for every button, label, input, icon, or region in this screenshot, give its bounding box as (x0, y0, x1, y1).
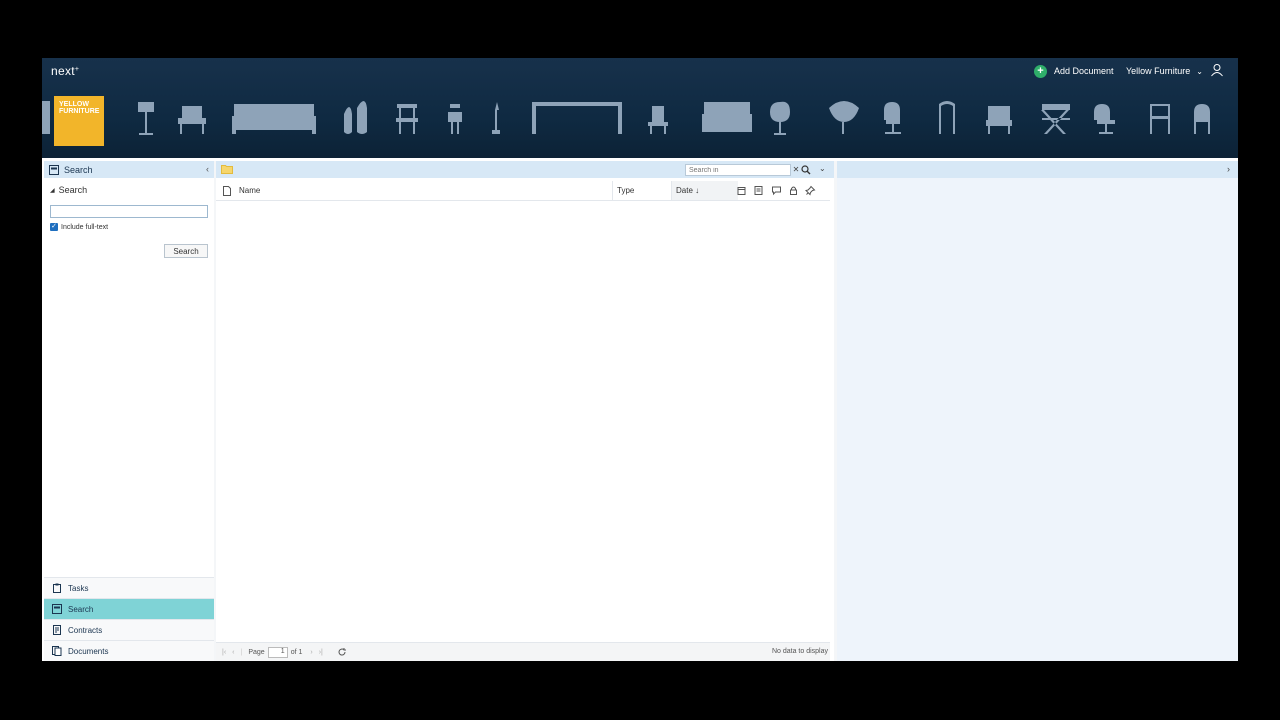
search-panel-icon (52, 604, 62, 614)
refresh-icon[interactable] (337, 647, 347, 657)
brand-line-2: FURNITURE (59, 108, 100, 115)
search-section-toggle[interactable]: ◢ Search (50, 185, 87, 195)
brand-logo-tile: YELLOW FURNITURE (54, 96, 104, 146)
search-button[interactable]: Search (164, 244, 208, 258)
chevron-down-icon: ⌄ (1196, 66, 1203, 76)
nav-list: Tasks Search Contracts Documents (44, 577, 214, 661)
nav-item-contracts[interactable]: Contracts (44, 619, 214, 640)
no-data-label: No data to display (771, 648, 828, 655)
nav-item-documents[interactable]: Documents (44, 640, 214, 661)
nav-item-tasks[interactable]: Tasks (44, 577, 214, 598)
nav-item-label: Contracts (68, 625, 103, 635)
preview-panel-header: › (837, 161, 1238, 178)
app-window: next+ + Add Document Yellow Furniture ⌄ (42, 58, 1238, 661)
clipboard-icon (53, 583, 61, 593)
first-page-icon[interactable]: |‹ (222, 649, 226, 656)
page-total-label: of 1 (290, 648, 303, 656)
app-logo[interactable]: next+ (51, 64, 79, 78)
search-panel-icon (49, 164, 59, 175)
include-fulltext-label: Include full-text (61, 223, 109, 231)
next-page-icon[interactable]: › (310, 649, 312, 656)
company-selector[interactable]: Yellow Furniture ⌄ (1126, 64, 1203, 78)
folder-icon[interactable] (221, 164, 233, 174)
triangle-down-icon: ◢ (50, 187, 55, 194)
include-fulltext-checkbox[interactable]: ✓ (50, 223, 58, 231)
page-label: Page (248, 648, 265, 656)
contract-icon (53, 625, 61, 635)
grid-header: Name Type Date ↓ (216, 181, 830, 201)
center-toolbar: ✕ ⌄ (216, 161, 834, 178)
calendar-icon[interactable] (736, 185, 747, 196)
chevron-down-icon[interactable]: ⌄ (819, 164, 826, 173)
document-grid-body[interactable] (216, 201, 830, 638)
document-icon (223, 186, 231, 196)
page-number-input[interactable]: 1 (267, 646, 288, 658)
nav-item-label: Tasks (68, 583, 89, 593)
include-fulltext-row[interactable]: ✓ Include full-text (50, 223, 108, 231)
collapse-left-icon[interactable]: ‹ (206, 164, 209, 174)
search-in-input[interactable] (685, 164, 791, 176)
last-page-icon[interactable]: ›| (319, 649, 323, 656)
furniture-banner (42, 101, 1210, 135)
brand-line-1: YELLOW (59, 101, 89, 108)
left-search-panel: Search ‹ ◢ Search ✓ Include full-text Se… (44, 161, 215, 661)
documents-icon (52, 646, 62, 656)
prev-page-icon[interactable]: ‹ (232, 649, 234, 656)
column-date[interactable]: Date ↓ (671, 181, 738, 200)
search-icon[interactable] (800, 164, 812, 176)
logo-text: next (51, 64, 75, 78)
nav-item-label: Documents (68, 646, 109, 656)
top-banner: next+ + Add Document Yellow Furniture ⌄ (42, 58, 1238, 158)
company-name: Yellow Furniture (1126, 66, 1191, 76)
pager-divider: | (240, 648, 243, 656)
note-icon[interactable] (753, 185, 764, 196)
column-type[interactable]: Type (612, 181, 634, 200)
comment-icon[interactable] (771, 185, 782, 196)
plus-circle-icon: + (1034, 64, 1047, 78)
left-panel-title: Search (64, 164, 93, 175)
preview-panel: › (837, 161, 1238, 661)
search-input[interactable] (50, 205, 208, 218)
add-document-label: Add Document (1054, 66, 1114, 76)
pager-bar: |‹ ‹ | Page 1 of 1 › ›| No data to displ… (216, 642, 830, 661)
lock-icon[interactable] (788, 185, 799, 196)
search-section-title: Search (58, 185, 88, 195)
user-icon[interactable] (1210, 63, 1224, 77)
document-list-panel: ✕ ⌄ Name Type Date ↓ |‹ ‹ | Page 1 of 1 … (216, 161, 834, 661)
column-name[interactable]: Name (239, 181, 260, 200)
pin-icon[interactable] (805, 185, 816, 196)
nav-item-search[interactable]: Search (44, 598, 214, 619)
left-panel-header: Search ‹ (44, 161, 214, 178)
nav-item-label: Search (68, 604, 94, 614)
expand-right-icon[interactable]: › (1227, 164, 1230, 174)
add-document-button[interactable]: + Add Document (1034, 64, 1114, 78)
